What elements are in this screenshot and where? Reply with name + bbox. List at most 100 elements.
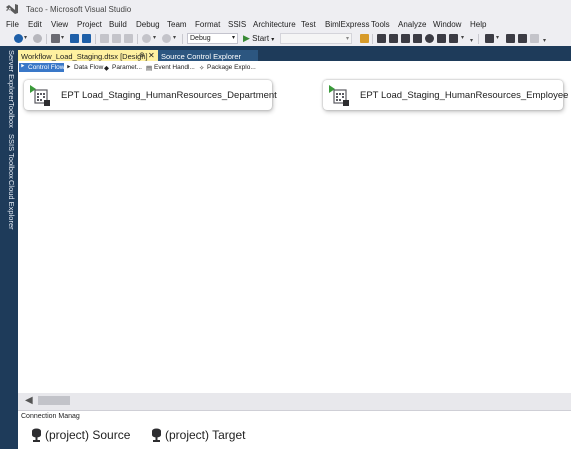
menu-window[interactable]: Window (433, 20, 461, 29)
connection-manager-item[interactable]: (project) Target (151, 427, 261, 443)
chevron-down-icon: ▾ (231, 35, 235, 41)
menu-analyze[interactable]: Analyze (398, 20, 426, 29)
menu-edit[interactable]: Edit (28, 20, 42, 29)
solution-explorer-icon[interactable] (377, 34, 386, 43)
document-tab-label: Source Control Explorer (161, 52, 242, 61)
play-icon: ▶ (243, 33, 250, 43)
task-label: EPT Load_Staging_HumanResources_Departme… (61, 90, 277, 101)
layout-icon[interactable] (449, 34, 458, 43)
properties-icon[interactable] (389, 34, 398, 43)
undo-icon[interactable] (142, 34, 151, 43)
solution-configuration-dropdown[interactable]: Debug ▾ (187, 33, 238, 44)
toolbar-separator (46, 34, 47, 44)
control-flow-icon: ⯈ (20, 63, 26, 70)
menu-file[interactable]: File (6, 20, 19, 29)
toolbar-separator (137, 34, 138, 44)
new-item-icon[interactable] (485, 34, 494, 43)
chevron-down-icon[interactable]: ▾ (173, 34, 176, 41)
data-flow-icon: ⯈ (66, 64, 72, 71)
tab-event-handlers[interactable]: Event Handl... (154, 64, 195, 71)
menu-help[interactable]: Help (470, 20, 486, 29)
pending-changes-icon[interactable] (518, 34, 527, 43)
connection-managers-title: Connection Manag (21, 413, 80, 420)
connection-manager-icon (32, 428, 41, 442)
chevron-down-icon[interactable]: ▾ (461, 34, 464, 41)
chevron-down-icon: ▾ (345, 36, 349, 42)
navigate-forward-icon[interactable] (33, 34, 42, 43)
connection-managers-header (18, 410, 571, 422)
toolbox-icon[interactable] (401, 34, 410, 43)
start-debugging-button[interactable]: ▶ Start ▾ (243, 33, 274, 44)
window-title: Taco - Microsoft Visual Studio (26, 5, 132, 14)
save-all-icon[interactable] (82, 34, 91, 43)
cloud-explorer-tab[interactable]: Cloud Explorer (2, 180, 16, 230)
connection-manager-label: (project) Source (45, 428, 131, 442)
tab-data-flow[interactable]: Data Flow (74, 64, 103, 71)
side-panel-rail: Server Explorer Toolbox SSIS Toolbox Clo… (0, 46, 18, 449)
package-explorer-icon: ✧ (199, 65, 205, 72)
server-explorer-tab[interactable]: Server Explorer (2, 50, 16, 102)
navigate-back-icon[interactable] (14, 34, 23, 43)
menu-format[interactable]: Format (195, 20, 220, 29)
connection-manager-item[interactable]: (project) Source (31, 427, 141, 443)
scroll-left-icon[interactable]: ◀ (25, 395, 33, 406)
toolbar-separator (372, 34, 373, 44)
toolbar-separator (95, 34, 96, 44)
disabled-tool-icon (530, 34, 539, 43)
redo-icon[interactable] (162, 34, 171, 43)
menu-project[interactable]: Project (77, 20, 102, 29)
chevron-down-icon[interactable]: ▾ (496, 34, 499, 41)
paste-icon[interactable] (124, 34, 133, 43)
cut-icon[interactable] (100, 34, 109, 43)
menu-ssis[interactable]: SSIS (228, 20, 246, 29)
execute-package-task-icon (30, 85, 50, 106)
tab-package-explorer[interactable]: Package Explo... (207, 64, 256, 71)
pin-icon[interactable]: ⊕ (139, 51, 145, 59)
toolbar-options-icon[interactable]: ▾ (470, 37, 473, 44)
tab-parameters[interactable]: Paramet... (112, 64, 142, 71)
connection-manager-label: (project) Target (165, 428, 246, 442)
task-box[interactable]: EPT Load_Staging_HumanResources_Employee (323, 80, 568, 110)
chevron-down-icon[interactable]: ▾ (61, 34, 64, 41)
menu-test[interactable]: Test (301, 20, 316, 29)
copy-icon[interactable] (112, 34, 121, 43)
menu-tools[interactable]: Tools (371, 20, 390, 29)
start-label: Start (252, 34, 270, 43)
menu-bimlexpress[interactable]: BimlExpress (325, 20, 369, 29)
menu-bar: File Edit View Project Build Debug Team … (0, 18, 571, 31)
menu-build[interactable]: Build (109, 20, 127, 29)
horizontal-scrollbar[interactable] (18, 393, 571, 410)
parameters-icon: ◆ (104, 65, 109, 72)
tab-control-flow-label: Control Flow (28, 64, 65, 71)
toolbar-separator (182, 34, 183, 44)
task-label: EPT Load_Staging_HumanResources_Employee (360, 90, 569, 101)
menu-debug[interactable]: Debug (136, 20, 160, 29)
menu-architecture[interactable]: Architecture (253, 20, 296, 29)
document-tab-label: Workflow_Load_Staging.dtsx [Design] (21, 52, 148, 61)
execute-package-task-icon (329, 85, 349, 106)
connection-manager-icon (152, 428, 161, 442)
chevron-down-icon[interactable]: ▾ (24, 34, 27, 41)
settings-icon[interactable] (425, 34, 434, 43)
source-control-icon[interactable] (506, 34, 515, 43)
task-box[interactable]: EPT Load_Staging_HumanResources_Departme… (24, 80, 277, 110)
variables-icon[interactable] (413, 34, 422, 43)
toolbox-tab[interactable]: Toolbox (2, 102, 16, 128)
chevron-down-icon[interactable]: ▾ (153, 34, 156, 41)
solution-platform-dropdown[interactable]: ▾ (280, 33, 352, 44)
toolbar-separator (478, 34, 479, 44)
chevron-down-icon: ▾ (271, 37, 275, 43)
ssis-toolbox-tab[interactable]: SSIS Toolbox (2, 134, 16, 179)
scrollbar-thumb[interactable] (38, 396, 70, 405)
event-handlers-icon: ▤ (146, 65, 153, 72)
output-icon[interactable] (437, 34, 446, 43)
toolbar-options-icon[interactable]: ▾ (543, 37, 546, 44)
close-icon[interactable]: ✕ (148, 51, 155, 60)
control-flow-design-surface[interactable] (18, 73, 571, 393)
menu-team[interactable]: Team (167, 20, 187, 29)
menu-view[interactable]: View (51, 20, 68, 29)
save-icon[interactable] (70, 34, 79, 43)
new-project-icon[interactable] (51, 34, 60, 43)
visual-studio-logo-icon (6, 4, 18, 14)
find-icon[interactable] (360, 34, 369, 43)
